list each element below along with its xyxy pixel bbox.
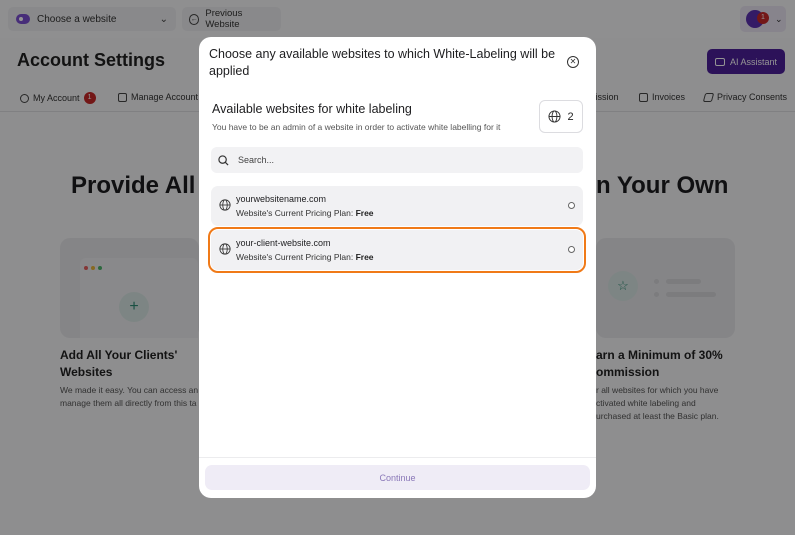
plan-prefix: Website's Current Pricing Plan: [236, 252, 356, 262]
website-radio[interactable] [568, 246, 575, 253]
modal-title: Choose any available websites to which W… [209, 47, 556, 78]
section-subtitle: You have to be an admin of a website in … [212, 122, 501, 132]
globe-icon [219, 199, 231, 211]
continue-button[interactable]: Continue [205, 465, 590, 490]
globe-icon [548, 110, 561, 123]
pricing-plan: Website's Current Pricing Plan: Free [236, 208, 374, 218]
website-radio[interactable] [568, 202, 575, 209]
globe-icon [219, 243, 231, 255]
search-bar [211, 147, 583, 173]
website-count: 2 [567, 110, 574, 123]
pricing-plan: Website's Current Pricing Plan: Free [236, 252, 374, 262]
website-count-badge: 2 [539, 100, 583, 133]
website-option-highlighted[interactable]: your-client-website.com Website's Curren… [208, 227, 586, 273]
plan-value: Free [355, 208, 374, 218]
footer-divider [199, 457, 596, 458]
website-name: yourwebsitename.com [236, 194, 327, 204]
plan-prefix: Website's Current Pricing Plan: [236, 208, 356, 218]
plan-value: Free [355, 252, 374, 262]
white-label-modal: Choose any available websites to which W… [199, 37, 596, 498]
search-input[interactable] [238, 155, 558, 165]
close-icon[interactable]: ✕ [567, 56, 579, 68]
section-title: Available websites for white labeling [212, 102, 412, 116]
search-icon [218, 154, 229, 166]
website-name: your-client-website.com [236, 238, 331, 248]
website-option[interactable]: yourwebsitename.com Website's Current Pr… [211, 186, 583, 226]
